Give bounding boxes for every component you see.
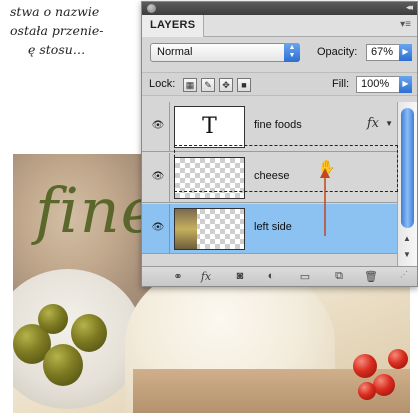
blend-mode-select[interactable]: Normal ▲ ▼ (150, 43, 300, 62)
adjustment-layer-icon[interactable]: ◐ (263, 270, 279, 282)
visibility-toggle[interactable]: 👁 (144, 153, 170, 203)
layer-thumbnail: T (174, 106, 245, 148)
layers-scrollbar[interactable]: ▲ ▼ (397, 102, 417, 267)
book-text-line-2: ostała przenie- (10, 23, 104, 38)
panel-menu-icon[interactable]: ▾≡ (400, 19, 411, 30)
panel-bottom-toolbar: ⚭ fx ◙ ◐ ▭ ⧉ 🗑 ⋰ (142, 266, 417, 286)
drag-direction-arrow-icon (320, 168, 330, 236)
fill-field[interactable]: 100% ▶ (356, 76, 412, 93)
layer-thumbnail (174, 208, 245, 250)
tab-layers[interactable]: LAYERS (142, 15, 205, 37)
lock-fill-row: Lock: ▦ ✎ ✥ ■ Fill: 100% ▶ (142, 72, 417, 96)
olive-image (43, 344, 83, 386)
tomato-image (373, 374, 395, 396)
fx-icon[interactable]: fx (367, 116, 379, 131)
new-layer-icon[interactable]: ⧉ (331, 270, 347, 283)
book-text-line-3: ę stosu… (28, 42, 86, 57)
drag-outline (174, 145, 398, 192)
add-mask-icon[interactable]: ◙ (232, 270, 248, 282)
type-layer-icon: T (202, 114, 217, 139)
visibility-toggle[interactable]: 👁 (144, 204, 170, 254)
lock-label: Lock: (149, 78, 176, 90)
opacity-arrow-icon[interactable]: ▶ (399, 44, 412, 61)
olive-image (38, 304, 68, 334)
layer-row-left-side[interactable]: 👁 left side (142, 204, 397, 254)
eye-icon[interactable]: 👁 (149, 171, 167, 183)
tomato-image (353, 354, 377, 378)
opacity-value: 67% (371, 46, 394, 58)
book-text-line-1: stwa o nazwie (10, 4, 100, 19)
lock-all-icon[interactable]: ■ (237, 78, 251, 92)
lock-position-icon[interactable]: ✥ (219, 78, 233, 92)
fine-script-text: fine (35, 174, 159, 247)
fill-label: Fill: (332, 78, 350, 90)
scrollbar-thumb[interactable] (401, 108, 414, 228)
lock-image-pixels-icon[interactable]: ✎ (201, 78, 215, 92)
tomato-image (388, 349, 408, 369)
panel-tab-row: LAYERS ▾≡ (142, 15, 417, 37)
scroll-down-icon[interactable]: ▼ (403, 250, 411, 259)
updown-arrows-icon[interactable]: ▲ ▼ (284, 43, 300, 62)
olive-image (71, 314, 107, 352)
eye-icon[interactable]: 👁 (149, 222, 167, 234)
eye-icon[interactable]: 👁 (149, 120, 167, 132)
new-group-icon[interactable]: ▭ (297, 270, 313, 283)
screenshot-root: stwa o nazwie ostała przenie- ę stosu… f… (0, 0, 418, 415)
opacity-label: Opacity: (317, 46, 358, 58)
collapse-icon[interactable]: ◂◂ (406, 2, 413, 13)
layer-name[interactable]: left side (254, 221, 292, 233)
blend-mode-value: Normal (157, 46, 193, 58)
opacity-field[interactable]: 67% ▶ (366, 44, 412, 61)
thumbnail-image (175, 209, 197, 249)
link-layers-icon[interactable]: ⚭ (170, 270, 186, 283)
panel-titlebar[interactable]: ◂◂ (142, 2, 417, 15)
layer-name[interactable]: fine foods (254, 119, 302, 131)
layers-panel: ◂◂ LAYERS ▾≡ Normal ▲ ▼ Opacity: 67% ▶ Lo… (141, 1, 418, 287)
delete-layer-icon[interactable]: 🗑 (363, 270, 379, 283)
book-text: stwa o nazwie ostała przenie- ę stosu… (0, 2, 140, 59)
fill-arrow-icon[interactable]: ▶ (399, 76, 412, 93)
tomato-image (358, 382, 376, 400)
resize-grip-icon[interactable]: ⋰ (396, 270, 412, 279)
blend-opacity-row: Normal ▲ ▼ Opacity: 67% ▶ (142, 38, 417, 66)
add-layer-style-icon[interactable]: fx (198, 270, 214, 283)
lock-transparent-pixels-icon[interactable]: ▦ (183, 78, 197, 92)
fill-value: 100% (361, 78, 390, 90)
visibility-toggle[interactable]: 👁 (144, 102, 170, 152)
expand-effects-icon[interactable]: ▼ (385, 119, 393, 128)
scroll-up-icon[interactable]: ▲ (403, 234, 411, 243)
close-icon[interactable] (147, 4, 156, 13)
